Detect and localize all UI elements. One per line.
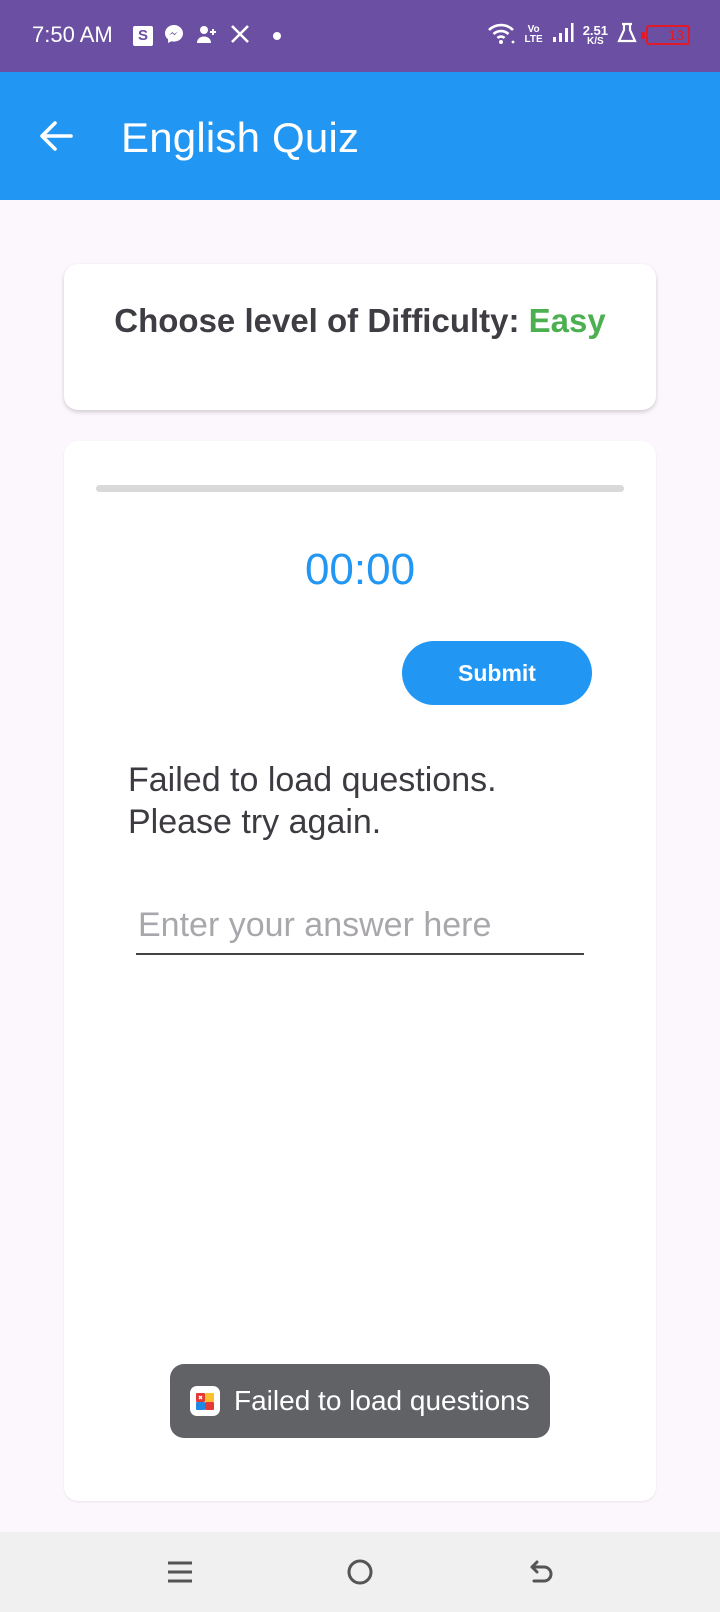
messenger-icon bbox=[163, 23, 185, 50]
notification-icons: S bbox=[133, 22, 281, 50]
difficulty-value[interactable]: Easy bbox=[529, 302, 606, 339]
arrow-left-icon bbox=[40, 121, 73, 151]
notification-dot-icon bbox=[273, 32, 281, 40]
contacts-icon bbox=[195, 23, 219, 50]
home-button[interactable] bbox=[332, 1548, 388, 1596]
recent-apps-button[interactable] bbox=[152, 1548, 208, 1596]
net-speed: 2.51 K/S bbox=[583, 24, 608, 47]
quiz-card: 00:00 Submit Failed to load questions. P… bbox=[64, 441, 656, 1501]
volte-bottom-text: LTE bbox=[524, 34, 543, 45]
quiz-timer: 00:00 bbox=[304, 545, 416, 594]
system-nav-bar bbox=[0, 1532, 720, 1612]
difficulty-selector[interactable]: Choose level of Difficulty: Easy bbox=[64, 302, 656, 340]
x-icon bbox=[229, 23, 251, 50]
net-speed-unit: K/S bbox=[587, 35, 604, 47]
submit-button[interactable]: Submit bbox=[402, 641, 592, 705]
home-icon bbox=[347, 1559, 373, 1585]
difficulty-card[interactable]: Choose level of Difficulty: Easy bbox=[64, 264, 656, 410]
system-icons: Vo LTE 2.51 K/S 13 bbox=[486, 20, 690, 50]
answer-input[interactable] bbox=[136, 903, 584, 955]
nav-back-button[interactable] bbox=[512, 1548, 568, 1596]
signal-icon bbox=[552, 22, 574, 49]
s-app-icon: S bbox=[133, 26, 153, 46]
quiz-progress-bar bbox=[96, 485, 624, 492]
back-icon bbox=[530, 1560, 553, 1583]
difficulty-label: Choose level of Difficulty: bbox=[114, 302, 520, 339]
status-bar: 7:50 AM S Vo LTE 2.51 K/S 13 bbox=[0, 0, 720, 72]
app-icon bbox=[190, 1386, 220, 1416]
app-bar: English Quiz bbox=[0, 72, 720, 200]
menu-icon bbox=[168, 1561, 192, 1583]
back-button[interactable] bbox=[28, 108, 84, 164]
wifi-icon bbox=[486, 21, 516, 50]
page-title: English Quiz bbox=[121, 114, 360, 161]
net-speed-value: 2.51 bbox=[582, 22, 608, 38]
flask-icon bbox=[617, 22, 637, 49]
battery-icon: 13 bbox=[641, 25, 690, 45]
toast-message: Failed to load questions bbox=[170, 1364, 550, 1438]
error-message: Failed to load questions. Please try aga… bbox=[128, 761, 497, 841]
volte-indicator: Vo LTE bbox=[525, 25, 543, 45]
toast-text: Failed to load questions bbox=[234, 1385, 530, 1416]
status-time: 7:50 AM bbox=[32, 22, 113, 47]
